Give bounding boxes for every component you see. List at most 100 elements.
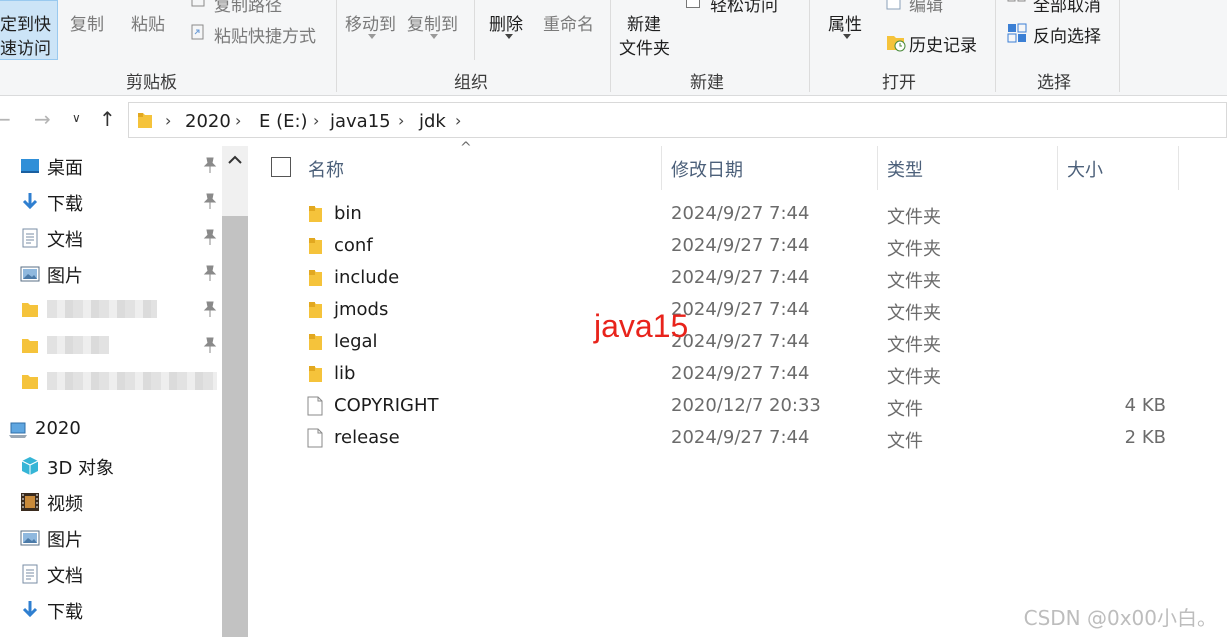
breadcrumb-item[interactable]: java15 [330,111,391,132]
pin-icon [203,301,217,317]
file-row[interactable]: legal 2024/9/27 7:44 文件夹 [300,326,1180,358]
file-type: 文件夹 [887,367,941,388]
select-group-label: 选择 [1037,73,1071,93]
copy-to-button[interactable]: 复制到 [407,10,458,35]
pin-to-quick-access-label-2: 速访问 [0,39,51,59]
edit-button[interactable]: 编辑 [909,0,943,16]
blurred-label [47,300,157,318]
column-separator[interactable] [1178,146,1179,190]
select-none-icon [1007,0,1026,2]
column-header-label: 大小 [1067,160,1103,181]
file-name: include [334,267,400,288]
recent-locations-button[interactable]: ∨ [72,111,81,125]
history-button[interactable]: 历史记录 [909,31,977,56]
sidebar-item-blurred-folder[interactable] [0,328,222,362]
select-none-button[interactable]: 全部取消 [1033,0,1101,16]
file-icon [307,396,323,416]
column-header-size[interactable]: 大小 [1058,146,1178,190]
sidebar-item-label: 视频 [47,494,83,515]
history-icon [887,36,906,52]
sidebar-item-downloads[interactable]: 下载 [0,184,222,218]
properties-dropdown-icon [843,34,851,39]
pin-icon [203,337,217,353]
sidebar-item-blurred-folder[interactable] [0,364,222,398]
column-header-date[interactable]: 修改日期 [662,146,876,190]
move-to-button[interactable]: 移动到 [345,10,396,35]
open-group-label: 打开 [882,73,916,93]
paste-shortcut-button[interactable]: 粘贴快捷方式 [214,22,316,47]
sidebar-item-downloads-pc[interactable]: 下载 [0,592,222,626]
address-bar[interactable]: › 2020 › E (E:) › java15 › jdk › [128,102,1227,138]
easy-access-button[interactable]: 轻松访问 [710,0,778,16]
sidebar-item-documents[interactable]: 文档 [0,220,222,254]
paste-button[interactable]: 粘贴 [131,10,165,35]
sidebar-item-this-pc[interactable]: 2020 [0,412,222,446]
select-all-checkbox[interactable] [271,157,291,177]
copy-to-dropdown-icon [430,34,438,39]
sidebar-item-blurred-folder[interactable] [0,292,222,326]
delete-button[interactable]: 删除 [489,10,523,35]
file-size: 2 KB [1124,427,1166,448]
pin-icon [203,229,217,245]
download-icon [22,193,38,210]
breadcrumb-separator-icon[interactable]: › [235,111,241,130]
file-row[interactable]: lib 2024/9/27 7:44 文件夹 [300,358,1180,390]
video-icon [21,493,39,511]
sidebar-item-pictures-pc[interactable]: 图片 [0,520,222,554]
up-button[interactable]: ↑ [99,107,116,131]
folder-icon [309,366,322,382]
new-folder-button[interactable]: 文件夹 [619,34,670,59]
file-row[interactable]: jmods 2024/9/27 7:44 文件夹 [300,294,1180,326]
column-header-name[interactable]: 名称 [300,146,660,190]
breadcrumb-separator-icon[interactable]: › [455,111,461,130]
sidebar-item-label: 图片 [47,266,83,287]
sidebar-scroll-thumb[interactable] [222,216,248,637]
watermark: CSDN @0x00小白。 [1023,606,1217,630]
sidebar-item-pictures[interactable]: 图片 [0,256,222,290]
breadcrumb-separator-icon[interactable]: › [398,111,404,130]
column-header-type[interactable]: 类型 [878,146,1056,190]
sidebar-item-documents-pc[interactable]: 文档 [0,556,222,590]
breadcrumb-separator-icon[interactable]: › [165,111,171,130]
folder-icon [309,334,322,350]
breadcrumb-item[interactable]: 2020 [185,111,231,132]
copy-button[interactable]: 复制 [70,10,104,35]
edit-icon [886,0,901,10]
sidebar-item-label: 2020 [35,418,81,439]
properties-button[interactable]: 属性 [828,10,862,35]
sidebar-item-videos[interactable]: 视频 [0,484,222,518]
clipboard-group-label: 剪贴板 [126,73,177,93]
file-icon [307,428,323,448]
file-type: 文件 [887,399,923,420]
file-row[interactable]: bin 2024/9/27 7:44 文件夹 [300,198,1180,230]
file-row[interactable]: include 2024/9/27 7:44 文件夹 [300,262,1180,294]
file-modified-date: 2024/9/27 7:44 [671,267,810,288]
desktop-icon [21,159,39,173]
file-row[interactable]: conf 2024/9/27 7:44 文件夹 [300,230,1180,262]
folder-icon [309,206,322,222]
copy-path-button[interactable]: 复制路径 [214,0,282,16]
pin-icon [203,157,217,173]
pin-icon [203,193,217,209]
invert-selection-button[interactable]: 反向选择 [1033,22,1101,47]
column-header-label: 名称 [308,160,344,181]
file-row[interactable]: release 2024/9/27 7:44 文件 2 KB [300,422,1180,454]
breadcrumb-item[interactable]: jdk [419,111,446,132]
folder-icon [22,375,38,389]
sidebar-item-label: 图片 [47,530,83,551]
pictures-icon [20,530,40,546]
breadcrumb-separator-icon[interactable]: › [313,111,319,130]
file-name: lib [334,363,356,384]
sidebar-item-desktop[interactable]: 桌面 [0,148,222,182]
sidebar-item-3d-objects[interactable]: 3D 对象 [0,448,222,482]
rename-button[interactable]: 重命名 [543,10,594,35]
folder-icon [309,238,322,254]
scroll-up-button[interactable] [222,146,248,176]
forward-button[interactable]: → [34,107,51,131]
paste-shortcut-icon [191,24,204,40]
file-row[interactable]: COPYRIGHT 2020/12/7 20:33 文件 4 KB [300,390,1180,422]
back-button[interactable]: ← [0,107,11,131]
file-name: jmods [334,299,389,320]
breadcrumb-item[interactable]: E (E:) [259,111,308,132]
file-type: 文件夹 [887,335,941,356]
